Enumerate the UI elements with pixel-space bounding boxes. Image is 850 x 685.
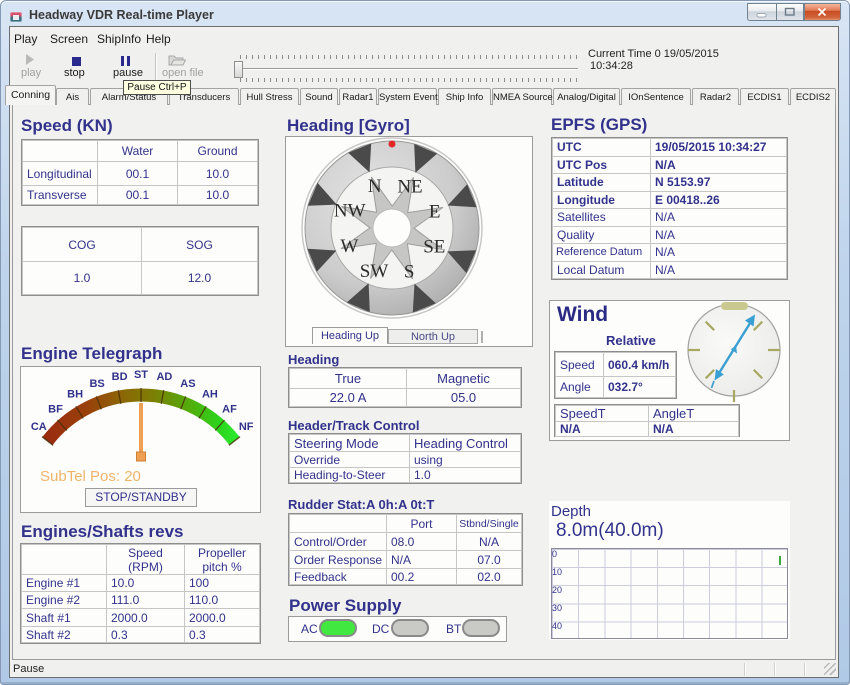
svg-text:NW: NW: [334, 201, 366, 222]
svg-text:AF: AF: [222, 403, 237, 415]
svg-text:S: S: [404, 261, 415, 282]
svg-text:W: W: [340, 236, 358, 257]
svg-text:SW: SW: [360, 261, 389, 282]
svg-text:BH: BH: [67, 389, 83, 401]
svg-text:SE: SE: [423, 237, 445, 258]
svg-text:AH: AH: [202, 389, 218, 401]
svg-text:ST: ST: [134, 369, 148, 381]
svg-text:CA: CA: [31, 421, 47, 433]
svg-text:N: N: [368, 176, 382, 197]
svg-text:E: E: [429, 202, 441, 223]
svg-text:BF: BF: [48, 403, 63, 415]
svg-text:AS: AS: [180, 378, 195, 390]
svg-text:NF: NF: [239, 421, 254, 433]
svg-text:AD: AD: [156, 371, 172, 383]
svg-text:BS: BS: [89, 378, 104, 390]
svg-text:BD: BD: [112, 371, 128, 383]
svg-text:NE: NE: [397, 176, 422, 197]
